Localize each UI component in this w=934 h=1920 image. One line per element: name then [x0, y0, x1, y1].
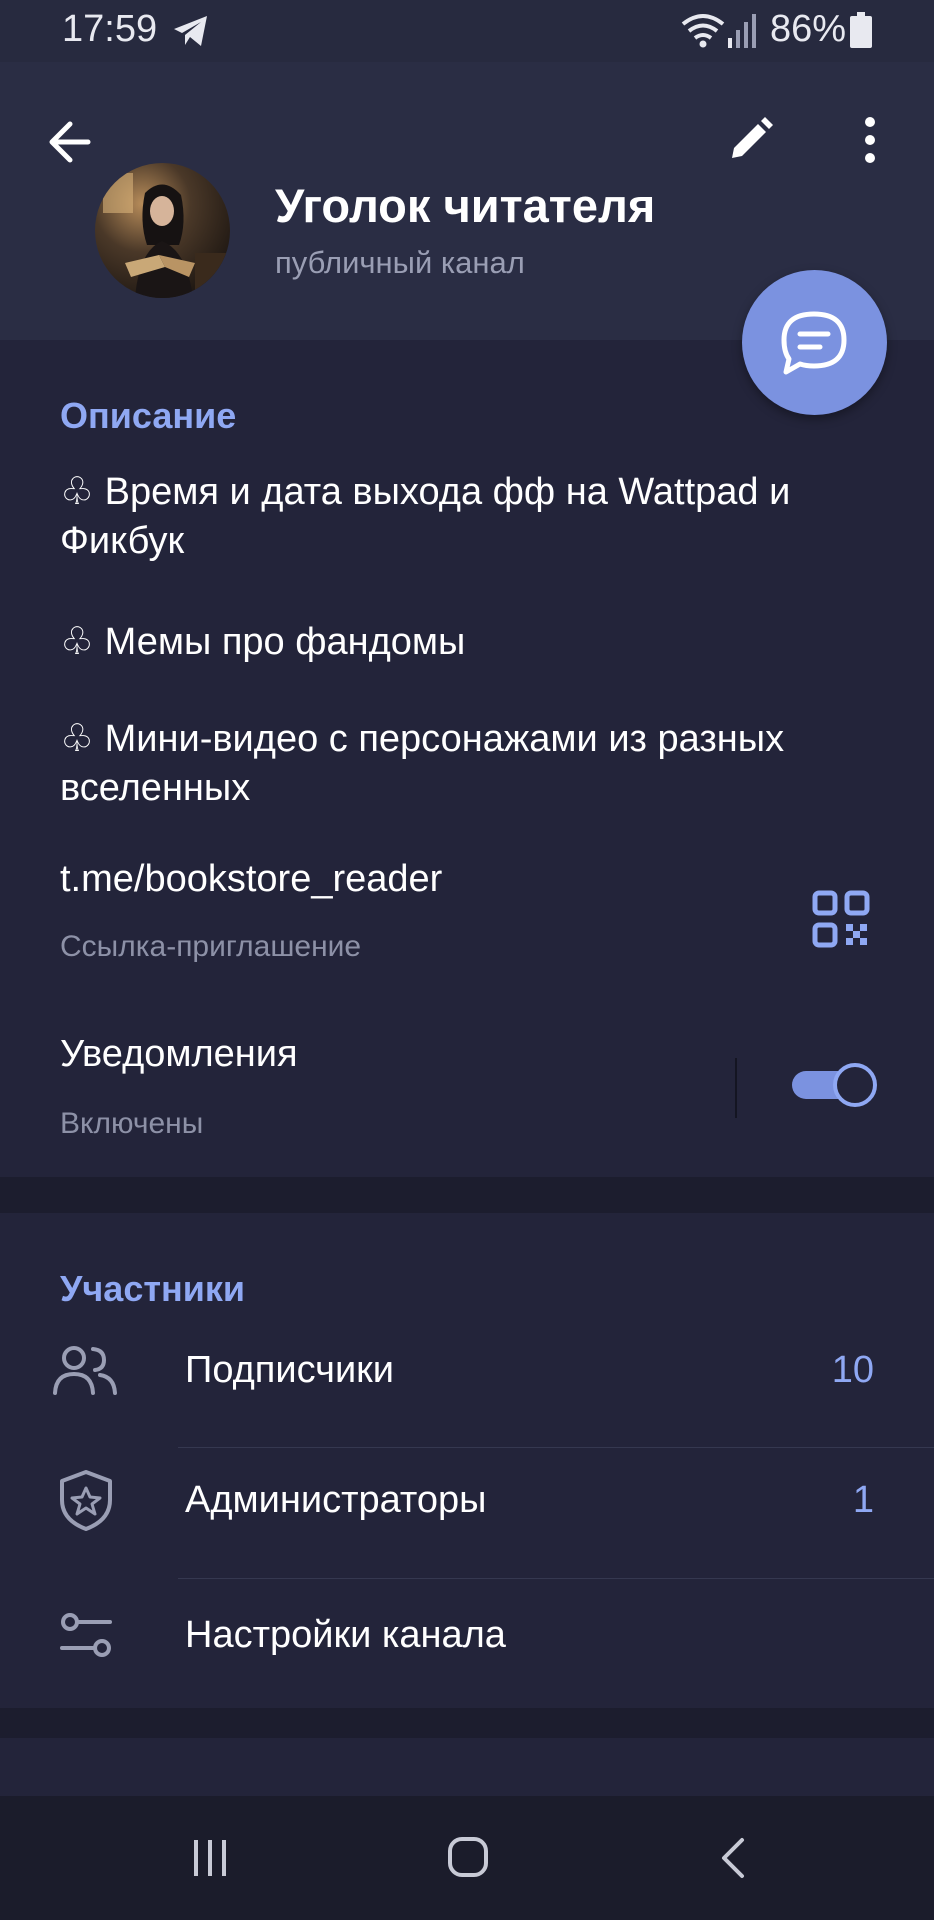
members-section: Участники Подписчики 10 Администраторы 1	[0, 1213, 934, 1708]
channel-title: Уголок читателя	[275, 179, 656, 232]
wifi-icon	[680, 12, 726, 53]
description-heading: Описание	[60, 395, 237, 436]
description-line: ♧ Время и дата выхода фф на Wattpad и Фи…	[60, 471, 791, 562]
more-options-button[interactable]	[842, 108, 898, 172]
back-button[interactable]	[40, 110, 104, 174]
section-gap	[0, 1177, 934, 1213]
administrators-row[interactable]: Администраторы 1	[0, 1448, 934, 1578]
invite-link-row[interactable]: t.me/bookstore_reader Ссылка-приглашение	[0, 855, 934, 1005]
channel-type-label: публичный канал	[275, 245, 525, 280]
battery-icon	[850, 12, 872, 53]
description-section: Описание ♧ Время и дата выхода фф на Wat…	[0, 340, 934, 1177]
signal-icon	[728, 12, 758, 53]
channel-settings-label: Настройки канала	[185, 1614, 506, 1656]
description-line: ♧ Мемы про фандомы	[60, 621, 466, 663]
members-heading: Участники	[60, 1268, 245, 1309]
media-section	[0, 1738, 934, 1798]
home-icon	[448, 1837, 488, 1877]
reading-girl-image	[95, 163, 230, 298]
separator	[735, 1058, 737, 1118]
back-nav-button[interactable]	[704, 1830, 764, 1886]
discussion-button[interactable]	[742, 270, 887, 415]
back-arrow-icon	[49, 121, 91, 163]
recent-apps-icon	[194, 1840, 226, 1876]
settings-sliders-icon	[58, 1609, 114, 1666]
subscribers-label: Подписчики	[185, 1349, 395, 1391]
subscribers-row[interactable]: Подписчики 10	[0, 1313, 934, 1443]
qr-code-button[interactable]	[810, 888, 872, 950]
recent-apps-button[interactable]	[180, 1830, 240, 1886]
administrators-count: 1	[852, 1479, 874, 1521]
notifications-state: Включены	[60, 1107, 204, 1140]
notifications-toggle[interactable]	[790, 1060, 880, 1110]
telegram-icon	[172, 14, 210, 53]
toggle-switch	[792, 1063, 877, 1107]
status-time: 17:59	[62, 8, 158, 50]
more-vertical-icon	[865, 117, 875, 163]
invite-link: t.me/bookstore_reader	[60, 858, 443, 900]
people-icon	[52, 1343, 118, 1402]
chevron-left-icon	[722, 1838, 744, 1878]
notifications-label: Уведомления	[60, 1033, 298, 1075]
channel-settings-row[interactable]: Настройки канала	[0, 1579, 934, 1707]
battery-percentage: 86%	[770, 8, 847, 50]
chat-bubble-icon	[781, 311, 847, 375]
qr-code-icon	[812, 890, 870, 948]
shield-star-icon	[56, 1468, 116, 1537]
invite-link-caption: Ссылка-приглашение	[60, 930, 362, 963]
administrators-label: Администраторы	[185, 1479, 487, 1521]
channel-avatar[interactable]	[95, 163, 230, 298]
pencil-icon	[732, 117, 773, 158]
edit-button[interactable]	[718, 108, 782, 172]
description-line: ♧ Мини-видео с персонажами из разных все…	[60, 718, 785, 809]
section-gap	[0, 1708, 934, 1738]
subscribers-count: 10	[831, 1349, 874, 1391]
home-button[interactable]	[438, 1830, 498, 1886]
